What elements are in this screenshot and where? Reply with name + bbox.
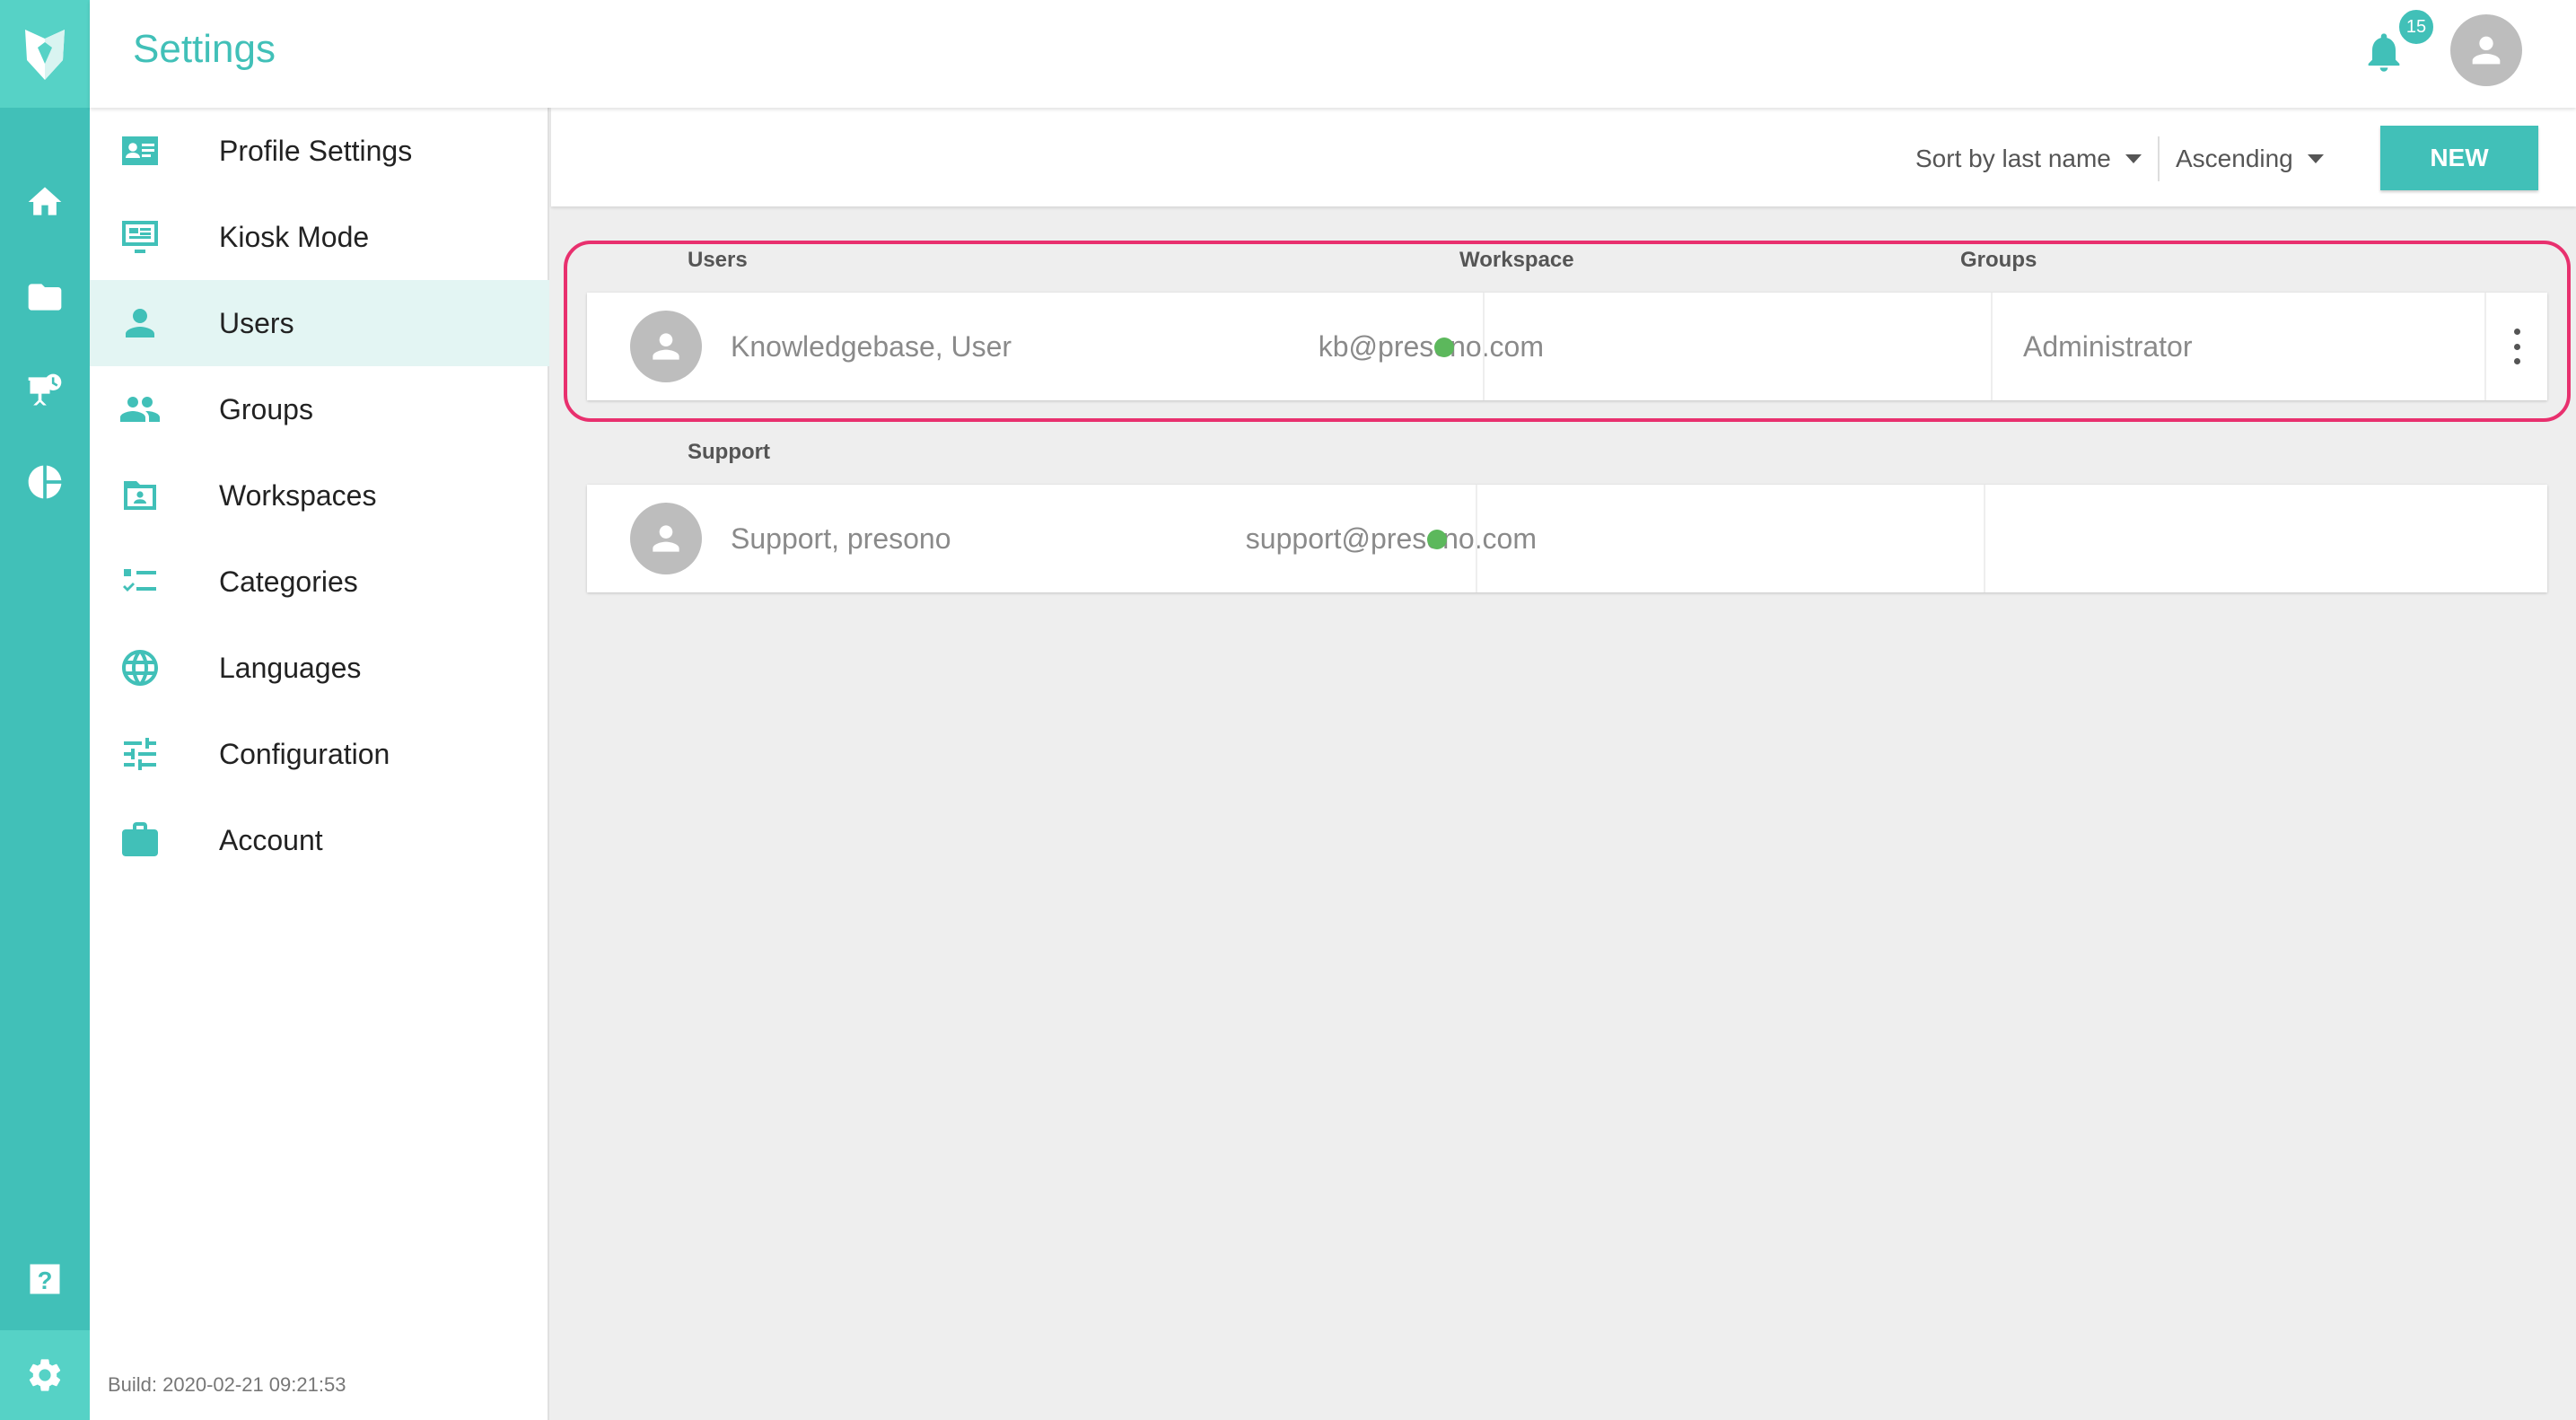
rail-files-button[interactable] [0,257,90,337]
column-divider [2484,293,2486,400]
build-info: Build: 2020-02-21 09:21:53 [108,1373,346,1396]
rail-home-button[interactable] [0,162,90,242]
more-vert-icon-dot [2513,343,2520,350]
chevron-down-icon [2125,154,2142,163]
settings-menu: Profile Settings Kiosk Mode Users Groups… [90,108,549,1420]
folder-icon [28,284,62,311]
presentation-icon [28,373,62,406]
menu-label: Profile Settings [219,134,413,167]
new-user-button[interactable]: NEW [2380,126,2538,190]
svg-text:?: ? [38,1267,53,1294]
menu-item-kiosk-mode[interactable]: Kiosk Mode [90,194,549,280]
sliders-icon [117,731,163,777]
home-icon [28,187,62,215]
menu-item-categories[interactable]: Categories [90,539,549,625]
rail-help-button[interactable]: ? [0,1239,90,1319]
menu-label: Workspaces [219,478,377,512]
avatar [630,311,702,382]
menu-label: Categories [219,565,358,598]
top-bar: Settings 15 [90,0,2576,108]
briefcase-icon [117,817,163,863]
user-name: Support, presono [731,522,951,555]
menu-label: Kiosk Mode [219,220,370,253]
more-vert-icon [2513,329,2520,335]
avatar [630,503,702,574]
menu-item-languages[interactable]: Languages [90,625,549,711]
menu-label: Users [219,306,294,339]
person-icon [2472,36,2501,65]
order-select[interactable]: Ascending [2176,136,2324,181]
user-group: Administrator [2023,330,2193,363]
sort-select[interactable]: Sort by last name [1915,136,2160,181]
checklist-icon [117,558,163,605]
user-name: Knowledgebase, User [731,330,1012,363]
menu-item-users[interactable]: Users [90,280,549,366]
menu-item-configuration[interactable]: Configuration [90,711,549,797]
page-title: Settings [133,27,276,71]
logo-icon [25,30,65,80]
globe-icon [117,644,163,691]
app-rail: ? [0,0,90,1420]
workspace-folder-icon [117,472,163,519]
settings-gear-icon [29,1359,61,1391]
user-avatar-button[interactable] [2450,14,2522,86]
rail-analytics-button[interactable] [0,442,90,522]
column-header-groups: Groups [1960,248,2037,272]
menu-item-account[interactable]: Account [90,797,549,883]
order-select-value: Ascending [2176,145,2293,172]
status-indicator [1434,337,1454,357]
column-divider [1483,293,1485,400]
section-title: Users [688,248,748,272]
section-title: Support [688,440,770,464]
list-toolbar: Sort by last name Ascending NEW [551,108,2576,206]
user-row[interactable]: Knowledgebase, User kb@presono.com Admin… [587,293,2547,400]
more-vert-icon-dot [2513,358,2520,364]
user-email: kb@presono.com [1318,330,1544,363]
status-indicator [1427,530,1447,549]
menu-item-groups[interactable]: Groups [90,366,549,452]
menu-label: Configuration [219,737,390,770]
column-header-workspace: Workspace [1459,248,1574,272]
pie-chart-icon [28,465,62,499]
person-icon [653,525,679,552]
menu-label: Languages [219,651,362,684]
notification-count-badge: 15 [2396,7,2436,47]
column-divider [1984,485,1985,592]
monitor-icon [117,214,163,260]
people-icon [117,386,163,433]
chevron-down-icon [2307,154,2324,163]
logo[interactable] [0,0,90,108]
user-row[interactable]: Support, presono support@presono.com [587,485,2547,592]
menu-label: Account [219,823,323,856]
person-icon [117,300,163,346]
rail-presentations-button[interactable] [0,350,90,431]
help-icon: ? [30,1264,60,1294]
sort-select-value: Sort by last name [1915,145,2111,172]
person-icon [653,333,679,360]
menu-label: Groups [219,392,313,425]
more-options-button[interactable] [2508,329,2526,364]
user-email: support@presono.com [1245,522,1537,555]
column-divider [1476,485,1477,592]
column-divider [1991,293,1993,400]
menu-item-workspaces[interactable]: Workspaces [90,452,549,539]
profile-card-icon [117,127,163,174]
menu-item-profile-settings[interactable]: Profile Settings [90,108,549,194]
rail-settings-button[interactable] [0,1330,90,1420]
